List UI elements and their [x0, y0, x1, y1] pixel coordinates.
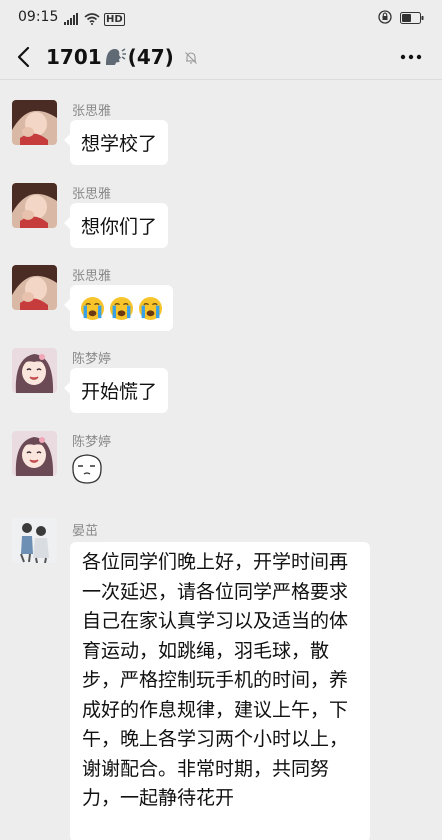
speaking-head-icon — [103, 45, 127, 69]
avatar[interactable] — [12, 518, 57, 563]
lock-rotation-icon — [378, 9, 392, 28]
face-sticker[interactable] — [70, 453, 104, 489]
message-bubble[interactable]: 开始慌了 — [63, 368, 169, 413]
status-time: 09:15 — [18, 9, 59, 25]
sender-name: 张思雅 — [72, 269, 112, 284]
avatar[interactable] — [12, 265, 57, 310]
status-bar: 09:15 HD — [0, 0, 442, 34]
avatar[interactable] — [12, 348, 57, 393]
chat-header: 1701 (47) — [0, 34, 442, 80]
mute-bell-icon — [184, 46, 198, 70]
status-icons-right — [378, 9, 424, 28]
message-bubble[interactable]: 想学校了 — [63, 120, 169, 165]
sender-name: 张思雅 — [72, 104, 112, 119]
avatar[interactable] — [12, 100, 57, 145]
avatar[interactable] — [12, 431, 57, 476]
sender-name: 张思雅 — [72, 187, 112, 202]
crying-face-icon — [109, 296, 134, 320]
avatar[interactable] — [12, 183, 57, 228]
signal-icon — [64, 10, 80, 29]
message-bubble[interactable]: 想你们了 — [63, 203, 169, 248]
message-bubble[interactable]: 各位同学们晚上好，开学时间再一次延迟，请各位同学严格要求自己在家认真学习以及适当… — [70, 542, 370, 840]
status-icons-left: HD — [64, 10, 125, 29]
hd-icon: HD — [104, 13, 125, 26]
crying-face-icon — [80, 296, 105, 320]
sender-name: 陈梦婷 — [72, 435, 112, 450]
chat-title: 1701 (47) — [46, 43, 198, 70]
sender-name: 晏茁 — [72, 524, 99, 539]
emoji-row — [80, 295, 163, 321]
crying-face-icon — [138, 296, 163, 320]
sender-name: 陈梦婷 — [72, 352, 112, 367]
member-count: (47) — [127, 44, 174, 69]
more-dots-icon — [400, 54, 422, 60]
back-button[interactable] — [10, 42, 36, 72]
chevron-left-icon — [17, 46, 30, 68]
message-bubble[interactable] — [64, 285, 173, 331]
more-options-button[interactable] — [396, 44, 426, 70]
wifi-icon — [84, 10, 100, 29]
battery-icon — [400, 9, 424, 28]
chat-title-prefix: 1701 — [46, 44, 102, 69]
